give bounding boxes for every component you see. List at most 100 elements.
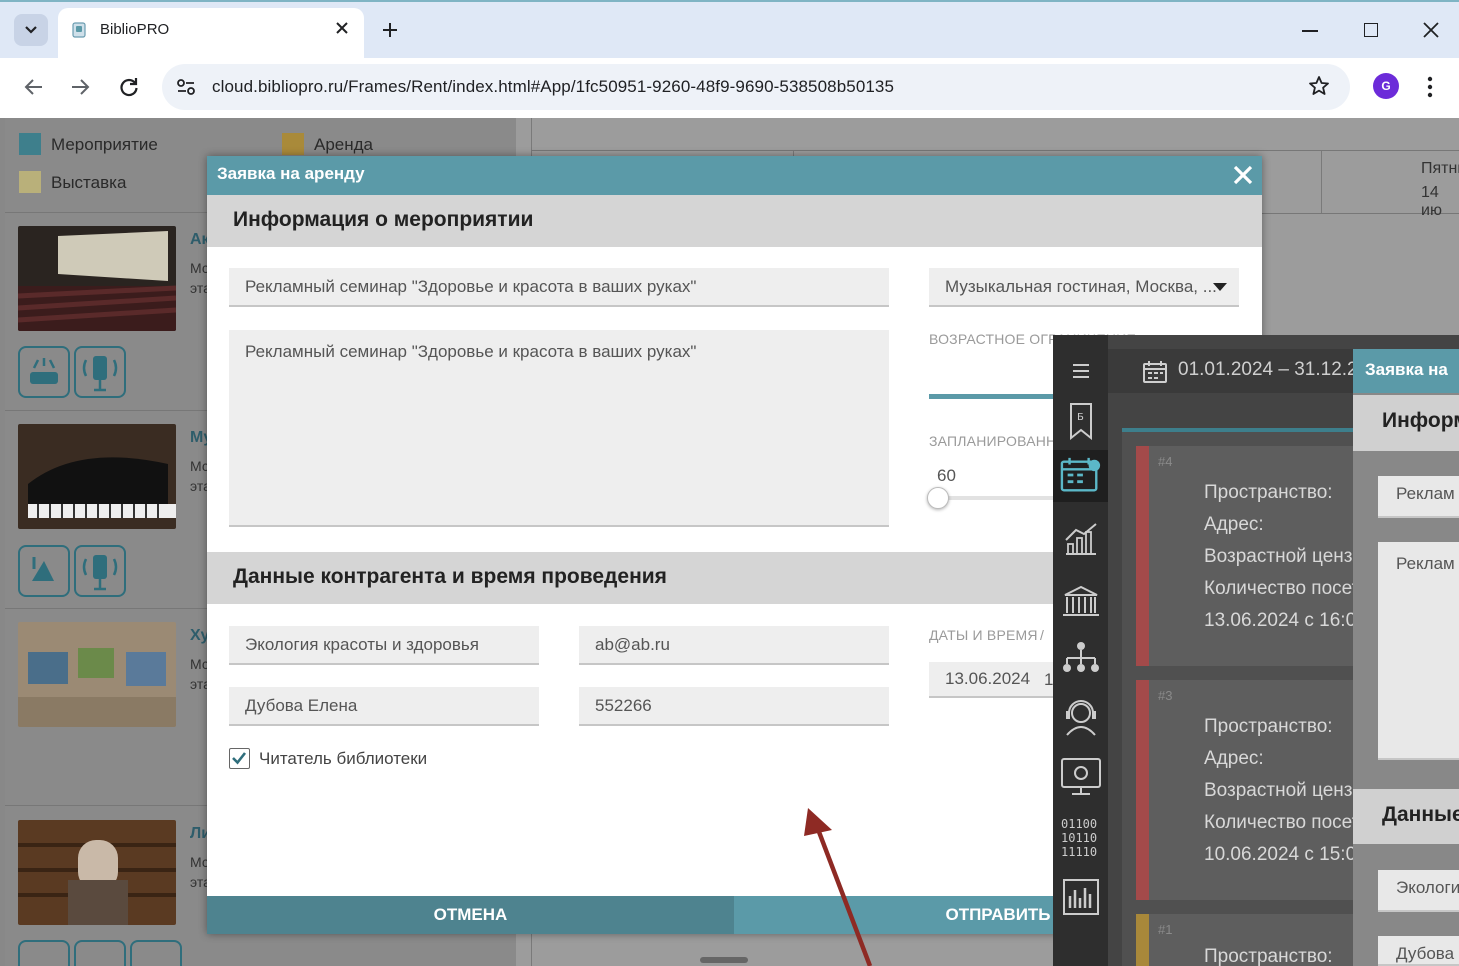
minimize-icon[interactable] xyxy=(1302,30,1318,32)
legend-label: Выставка xyxy=(51,173,127,192)
section-title: Данные контрагента и время проведения xyxy=(233,565,667,588)
space-photo-music-room[interactable] xyxy=(18,424,176,529)
event-card-color-bar xyxy=(1136,446,1149,666)
space-subtitle: Мс xyxy=(190,854,209,870)
more-menu-icon[interactable] xyxy=(1426,76,1434,98)
legend-swatch-event xyxy=(19,133,41,155)
svg-text:Б: Б xyxy=(1077,412,1084,423)
svg-text:11110: 11110 xyxy=(1061,845,1097,859)
grid-line xyxy=(531,150,1459,151)
maximize-icon[interactable] xyxy=(1364,23,1378,37)
space-photo-gallery[interactable] xyxy=(18,622,176,727)
event-name-input[interactable]: Рекламный семинар "Здоровье и красота в … xyxy=(229,268,889,307)
event-number: #3 xyxy=(1158,688,1173,703)
email-input[interactable]: ab@ab.ru xyxy=(579,626,889,665)
calendar-icon[interactable] xyxy=(1142,360,1168,384)
age-restriction-slider[interactable] xyxy=(929,394,1053,399)
site-settings-icon[interactable] xyxy=(176,78,196,96)
event-description-textarea[interactable]: Рекламный семинар "Здоровье и красота в … xyxy=(229,330,889,527)
organization-input[interactable]: Экологи xyxy=(1378,870,1459,912)
event-field: Количество посети xyxy=(1204,578,1371,599)
list-accent xyxy=(1122,428,1354,432)
tab-close-icon[interactable] xyxy=(334,20,350,36)
page-favicon-icon xyxy=(72,22,86,38)
venue-select[interactable]: Музыкальная гостиная, Москва, ... xyxy=(929,268,1239,307)
event-field: Пространство: xyxy=(1204,716,1333,737)
support-agent-icon[interactable] xyxy=(1060,696,1102,738)
window-close-icon[interactable] xyxy=(1423,22,1439,38)
event-description-textarea[interactable]: Реклам xyxy=(1378,542,1459,760)
day-header-weekday: Пятни xyxy=(1421,160,1459,177)
legend-label: Аренда xyxy=(314,135,374,154)
profile-avatar[interactable]: G xyxy=(1373,73,1399,99)
event-field: Адрес: xyxy=(1204,748,1264,769)
organization-input[interactable]: Экология красоты и здоровья xyxy=(229,626,539,665)
section-title: Информ xyxy=(1382,409,1459,432)
binary-data-icon[interactable]: 01100 10110 11110 xyxy=(1060,816,1102,859)
planned-visitors-slider-handle[interactable] xyxy=(927,487,949,509)
chevron-down-icon xyxy=(25,26,37,34)
reader-checkbox[interactable] xyxy=(229,748,250,769)
dialog-header xyxy=(207,156,1262,195)
reader-checkbox-label[interactable]: Читатель библиотеки xyxy=(259,749,427,769)
event-number: #1 xyxy=(1158,922,1173,937)
space-subtitle: Мс xyxy=(190,458,209,474)
reload-icon[interactable] xyxy=(118,76,140,98)
monitor-settings-icon[interactable] xyxy=(1060,756,1102,798)
section-title: Данные xyxy=(1382,803,1459,826)
event-field: Адрес: xyxy=(1204,514,1264,535)
reports-icon[interactable] xyxy=(1060,876,1102,918)
forward-arrow-icon[interactable] xyxy=(70,78,90,96)
bookmark-star-icon[interactable] xyxy=(1308,75,1330,97)
event-card-color-bar xyxy=(1136,680,1149,900)
event-name-input[interactable]: Реклам xyxy=(1378,476,1459,518)
event-card-color-bar xyxy=(1136,914,1149,966)
space-subtitle: Мс xyxy=(190,260,209,276)
scrollbar-thumb[interactable] xyxy=(700,957,748,963)
annotation-arrow xyxy=(790,800,880,966)
amenity-instrument-icon xyxy=(18,940,70,966)
contact-person-input[interactable]: Дубова Елена xyxy=(229,687,539,726)
org-structure-icon[interactable] xyxy=(1060,638,1102,680)
close-icon[interactable] xyxy=(1232,164,1254,186)
tab-search-button[interactable] xyxy=(14,14,48,46)
date-input[interactable]: 13.06.2024 xyxy=(929,662,1053,698)
event-field: Пространство: xyxy=(1204,946,1333,966)
bookmark-icon[interactable]: Б xyxy=(1060,400,1102,442)
legend-swatch-exhibition xyxy=(19,171,41,193)
event-number: #4 xyxy=(1158,454,1173,469)
dates-time-label: ДАТЫ И ВРЕМЯ xyxy=(929,627,1038,643)
planned-visitors-label: ЗАПЛАНИРОВАНН xyxy=(929,433,1057,449)
dropdown-arrow-icon[interactable] xyxy=(1212,282,1228,292)
event-field: Возрастной ценз м xyxy=(1204,546,1371,567)
tab-title: BiblioPRO xyxy=(100,21,170,38)
hamburger-menu-icon[interactable] xyxy=(1060,350,1102,392)
building-icon[interactable] xyxy=(1060,580,1102,622)
phone-input[interactable]: 552266 xyxy=(579,687,889,726)
date-range-text[interactable]: 01.01.2024 – 31.12.2 xyxy=(1178,359,1358,381)
back-arrow-icon[interactable] xyxy=(24,78,44,96)
contact-person-input[interactable]: Дубова xyxy=(1378,936,1459,966)
svg-text:10110: 10110 xyxy=(1061,831,1097,845)
svg-text:01100: 01100 xyxy=(1061,817,1097,831)
amenity-speaker-icon xyxy=(74,940,126,966)
amenity-screen-icon xyxy=(130,940,182,966)
event-field: Возрастной ценз м xyxy=(1204,780,1371,801)
amenity-speaker-icon xyxy=(74,545,126,597)
url-text[interactable]: cloud.bibliopro.ru/Frames/Rent/index.htm… xyxy=(212,77,894,97)
space-photo-cinema[interactable] xyxy=(18,226,176,331)
grid-line xyxy=(1321,150,1322,214)
new-tab-icon[interactable] xyxy=(380,20,400,40)
analytics-chart-icon[interactable] xyxy=(1060,518,1102,560)
dates-label-separator: / xyxy=(1040,627,1045,643)
cancel-button[interactable]: ОТМЕНА xyxy=(207,896,734,934)
day-header-date: 14 ию xyxy=(1421,184,1442,219)
amenity-instrument-icon xyxy=(18,545,70,597)
amenity-projector-icon xyxy=(18,346,70,398)
legend-label: Мероприятие xyxy=(51,135,158,154)
checkmark-icon xyxy=(232,752,247,765)
calendar-icon[interactable] xyxy=(1060,454,1102,496)
event-date: 10.06.2024 с 15:0 xyxy=(1204,844,1357,865)
space-photo-library[interactable] xyxy=(18,820,176,925)
amenity-speaker-icon xyxy=(74,346,126,398)
